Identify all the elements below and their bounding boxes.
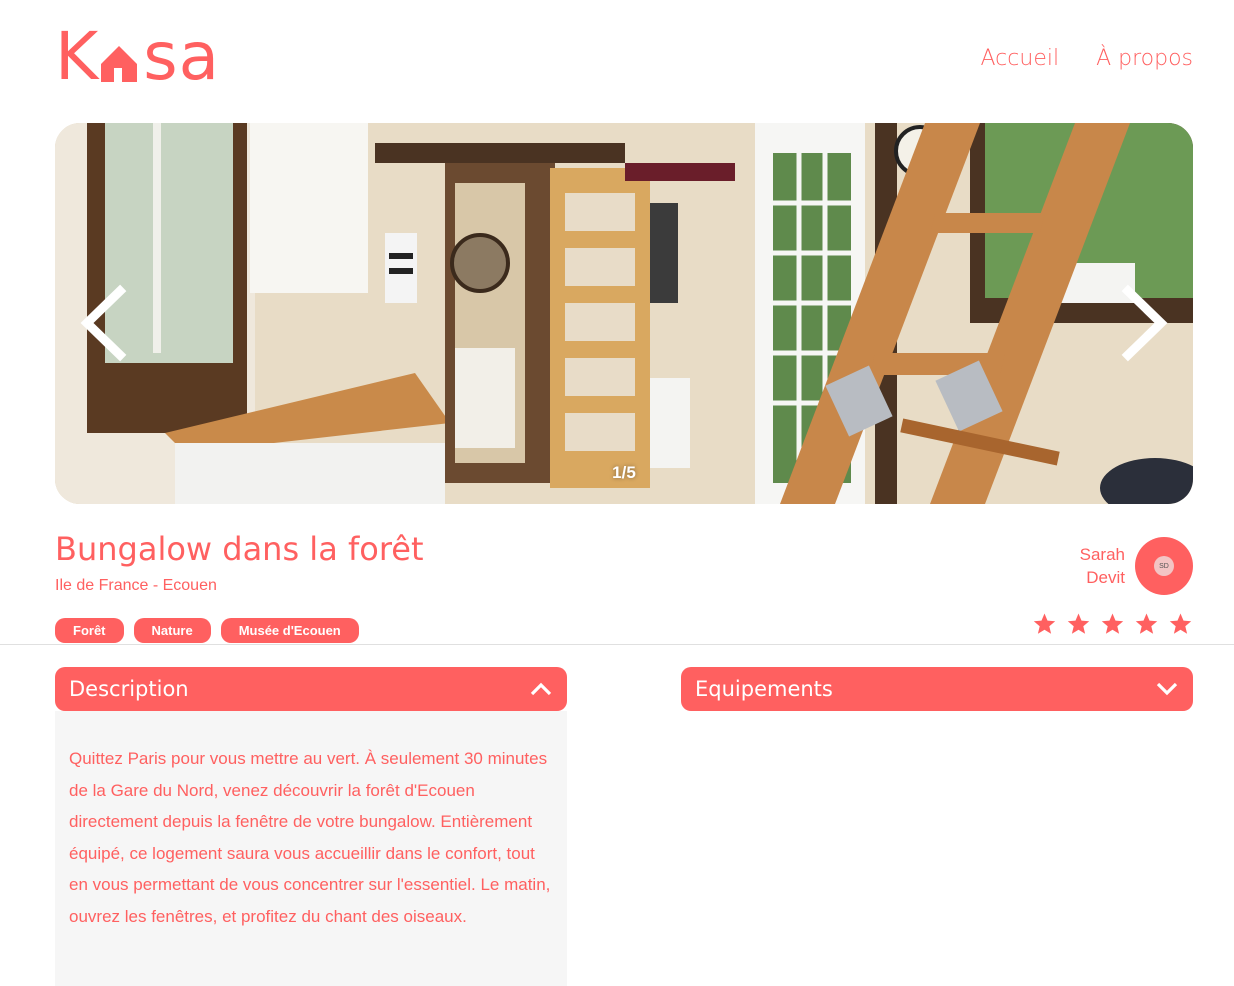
host-info: Sarah Devit SD: [1080, 537, 1193, 595]
listing-location: Ile de France - Ecouen: [55, 577, 217, 594]
rating-stars: [1032, 612, 1193, 636]
chevron-right-icon: [1121, 284, 1168, 362]
tag: Nature: [133, 618, 211, 643]
header: K sa Accueil À propos: [55, 22, 1193, 92]
description-collapse-toggle[interactable]: Description: [55, 667, 567, 711]
tag: Forêt: [55, 618, 124, 643]
chevron-up-icon: [530, 682, 552, 696]
equipments-header-label: Equipements: [695, 677, 833, 701]
description-body: Quittez Paris pour vous mettre au vert. …: [55, 711, 567, 986]
equipments-collapse-toggle[interactable]: Equipements: [681, 667, 1193, 711]
tag-list: Forêt Nature Musée d'Ecouen: [55, 618, 359, 643]
host-first-name: Sarah: [1079, 545, 1125, 564]
star-icon: [1135, 613, 1158, 634]
nav-link-about[interactable]: À propos: [1096, 46, 1193, 71]
avatar: SD: [1135, 537, 1193, 595]
carousel-counter: 1/5: [612, 463, 636, 482]
star-icon: [1067, 613, 1090, 634]
carousel-photo: [55, 123, 1193, 504]
tag: Musée d'Ecouen: [220, 618, 359, 643]
host-last-name: Devit: [1086, 568, 1125, 587]
description-header-label: Description: [69, 677, 189, 701]
house-icon: [101, 46, 138, 82]
star-icon: [1169, 613, 1192, 634]
carousel-next-button[interactable]: [1113, 283, 1173, 363]
kasa-logo[interactable]: K sa: [55, 22, 220, 92]
logo-letter-k: K: [55, 18, 100, 95]
carousel-prev-button[interactable]: [75, 283, 135, 363]
star-icon: [1033, 613, 1056, 634]
avatar-initials: SD: [1154, 556, 1174, 576]
chevron-down-icon: [1156, 682, 1178, 696]
logo-letters-sa: sa: [143, 18, 221, 95]
photo-carousel: 1/5: [55, 123, 1193, 504]
nav-link-home[interactable]: Accueil: [981, 46, 1060, 71]
star-icon: [1101, 613, 1124, 634]
host-name: Sarah Devit: [1080, 543, 1125, 589]
main-nav: Accueil À propos: [981, 46, 1193, 71]
divider: [0, 644, 1234, 645]
listing-title: Bungalow dans la forêt: [55, 530, 424, 568]
chevron-left-icon: [80, 284, 127, 362]
